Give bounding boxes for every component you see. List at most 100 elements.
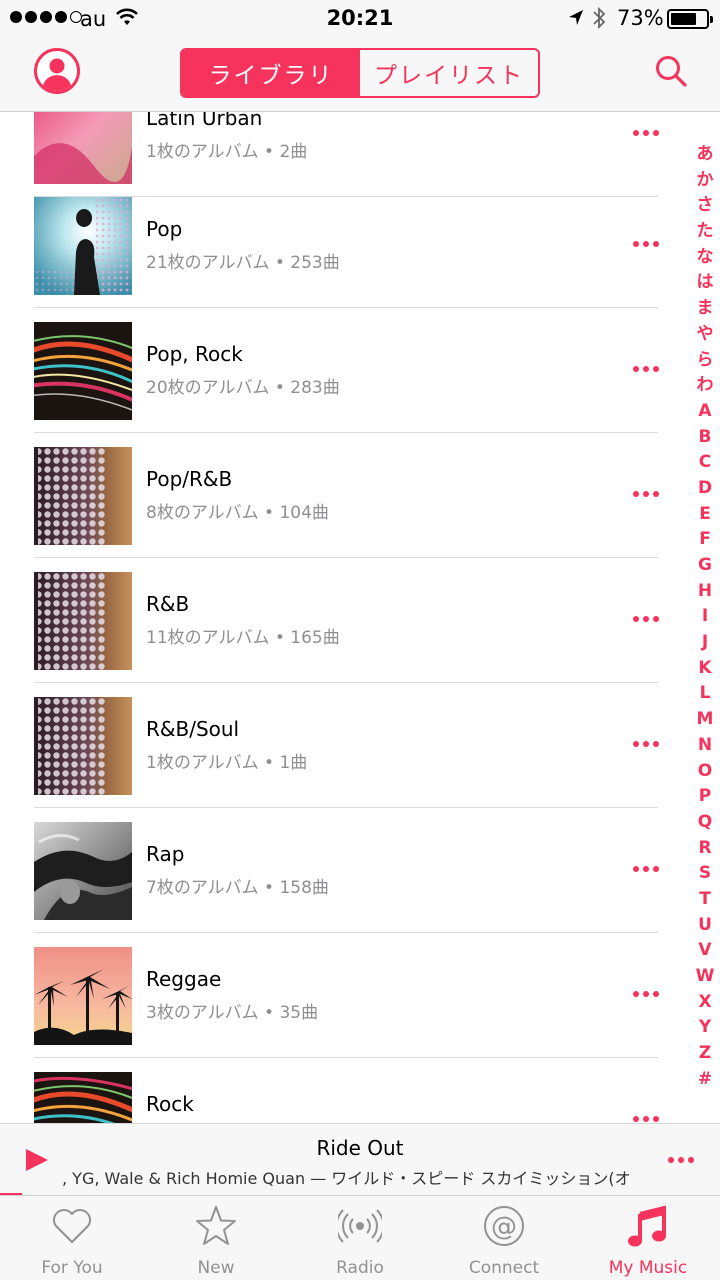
more-button[interactable] [620, 352, 672, 386]
segment-library[interactable]: ライブラリ [182, 50, 360, 96]
index-letter[interactable]: ら [697, 348, 714, 374]
genre-list[interactable]: Latin Urban 1枚のアルバム • 2曲 Pop 21枚のアルバム • … [0, 0, 720, 1123]
index-letter[interactable]: # [698, 1067, 712, 1093]
index-letter[interactable]: H [698, 579, 712, 605]
segment-playlists[interactable]: プレイリスト [360, 50, 538, 96]
genre-title: Pop, Rock [146, 342, 243, 366]
list-item[interactable]: Pop, Rock 20枚のアルバム • 283曲 [0, 308, 720, 433]
index-letter[interactable]: P [699, 784, 711, 810]
more-dot [653, 1116, 659, 1122]
more-button[interactable] [620, 477, 672, 511]
more-button[interactable] [620, 227, 672, 261]
genre-title: Rap [146, 842, 185, 866]
radio-icon [338, 1209, 382, 1243]
svg-text:@: @ [491, 1212, 517, 1242]
index-letter[interactable]: X [698, 990, 711, 1016]
index-letter[interactable]: た [697, 219, 714, 245]
list-item[interactable]: Rap 7枚のアルバム • 158曲 [0, 808, 720, 933]
list-item[interactable]: Pop 21枚のアルバム • 253曲 [0, 183, 720, 308]
more-button[interactable] [620, 116, 672, 150]
index-letter[interactable]: Y [699, 1015, 711, 1041]
genre-title: Pop/R&B [146, 467, 233, 491]
more-dot [653, 616, 659, 622]
more-dot [653, 366, 659, 372]
more-dot [653, 741, 659, 747]
index-letter[interactable]: W [696, 964, 715, 990]
index-letter[interactable]: あ [697, 142, 714, 168]
list-item[interactable]: Pop/R&B 8枚のアルバム • 104曲 [0, 433, 720, 558]
index-letter[interactable]: L [700, 681, 711, 707]
index-letter[interactable]: か [697, 168, 714, 194]
navigation-bar: ライブラリ プレイリスト [0, 40, 720, 112]
index-letter[interactable]: わ [697, 373, 714, 399]
index-letter[interactable]: D [698, 476, 712, 502]
list-item[interactable]: Reggae 3枚のアルバム • 35曲 [0, 933, 720, 1058]
index-letter[interactable]: E [699, 502, 711, 528]
more-dot [678, 1157, 684, 1163]
index-letter[interactable]: Q [698, 810, 712, 836]
index-letter[interactable]: や [697, 322, 714, 348]
more-dot [633, 130, 639, 136]
list-item[interactable]: R&B 11枚のアルバム • 165曲 [0, 558, 720, 683]
more-button[interactable] [620, 852, 672, 886]
now-playing-title: Ride Out [316, 1136, 404, 1160]
tab-my-music[interactable]: My Music [576, 1196, 720, 1280]
account-button[interactable] [34, 48, 80, 94]
index-letter[interactable]: さ [697, 193, 714, 219]
tab-label: For You [41, 1258, 103, 1278]
index-letter[interactable]: S [699, 861, 711, 887]
index-letter[interactable]: U [698, 913, 712, 939]
index-letter[interactable]: I [702, 604, 708, 630]
index-letter[interactable]: V [698, 938, 711, 964]
more-dot [653, 991, 659, 997]
index-letter[interactable]: B [699, 425, 712, 451]
more-dot [633, 491, 639, 497]
index-letter[interactable]: N [698, 733, 712, 759]
star-icon [196, 1206, 236, 1245]
heart-icon [53, 1209, 91, 1243]
index-letter[interactable]: G [698, 553, 712, 579]
index-letter[interactable]: T [699, 887, 711, 913]
more-button[interactable] [620, 977, 672, 1011]
index-letter[interactable]: ま [697, 296, 714, 322]
index-letter[interactable]: K [698, 656, 711, 682]
tab-label: New [197, 1258, 235, 1278]
list-item[interactable]: Rock [0, 1058, 720, 1123]
index-letter[interactable]: は [697, 270, 714, 296]
mini-player[interactable]: Ride Out , YG, Wale & Rich Homie Quan — … [0, 1123, 720, 1195]
album-art [34, 947, 132, 1045]
index-letter[interactable]: O [698, 759, 712, 785]
index-letter[interactable]: M [697, 707, 714, 733]
search-icon[interactable] [652, 52, 692, 92]
genre-subtitle: 3枚のアルバム • 35曲 [146, 1003, 319, 1023]
index-letter[interactable]: な [697, 245, 714, 271]
tab-new[interactable]: New [144, 1196, 288, 1280]
index-letter[interactable]: C [699, 450, 711, 476]
index-letter[interactable]: Z [699, 1041, 711, 1067]
more-button[interactable] [620, 1102, 672, 1123]
index-letter[interactable]: F [699, 527, 711, 553]
now-playing-more-button[interactable] [656, 1148, 706, 1172]
tab-radio[interactable]: Radio [288, 1196, 432, 1280]
index-letter[interactable]: A [698, 399, 711, 425]
more-dot [633, 741, 639, 747]
album-art [34, 447, 132, 545]
section-index[interactable]: あかさたなはまやらわ A B C D E F G H I J K L M N O P Q R S T U V W X Y Z # [690, 142, 720, 1092]
more-button[interactable] [620, 727, 672, 761]
index-letter[interactable]: R [698, 836, 711, 862]
bluetooth-icon [593, 6, 606, 30]
more-dot [633, 616, 639, 622]
music-note-icon [628, 1205, 666, 1247]
library-playlist-segmented-control[interactable]: ライブラリ プレイリスト [180, 48, 540, 98]
more-dot [688, 1157, 694, 1163]
index-letter[interactable]: J [702, 630, 708, 656]
genre-subtitle: 1枚のアルバム • 2曲 [146, 142, 308, 162]
list-item[interactable]: R&B/Soul 1枚のアルバム • 1曲 [0, 683, 720, 808]
album-art [34, 572, 132, 670]
tab-connect[interactable]: @ Connect [432, 1196, 576, 1280]
now-playing-subtitle: , YG, Wale & Rich Homie Quan — ワイルド・スピード… [62, 1169, 631, 1188]
more-dot [643, 491, 649, 497]
tab-for-you[interactable]: For You [0, 1196, 144, 1280]
more-dot [633, 866, 639, 872]
more-button[interactable] [620, 602, 672, 636]
